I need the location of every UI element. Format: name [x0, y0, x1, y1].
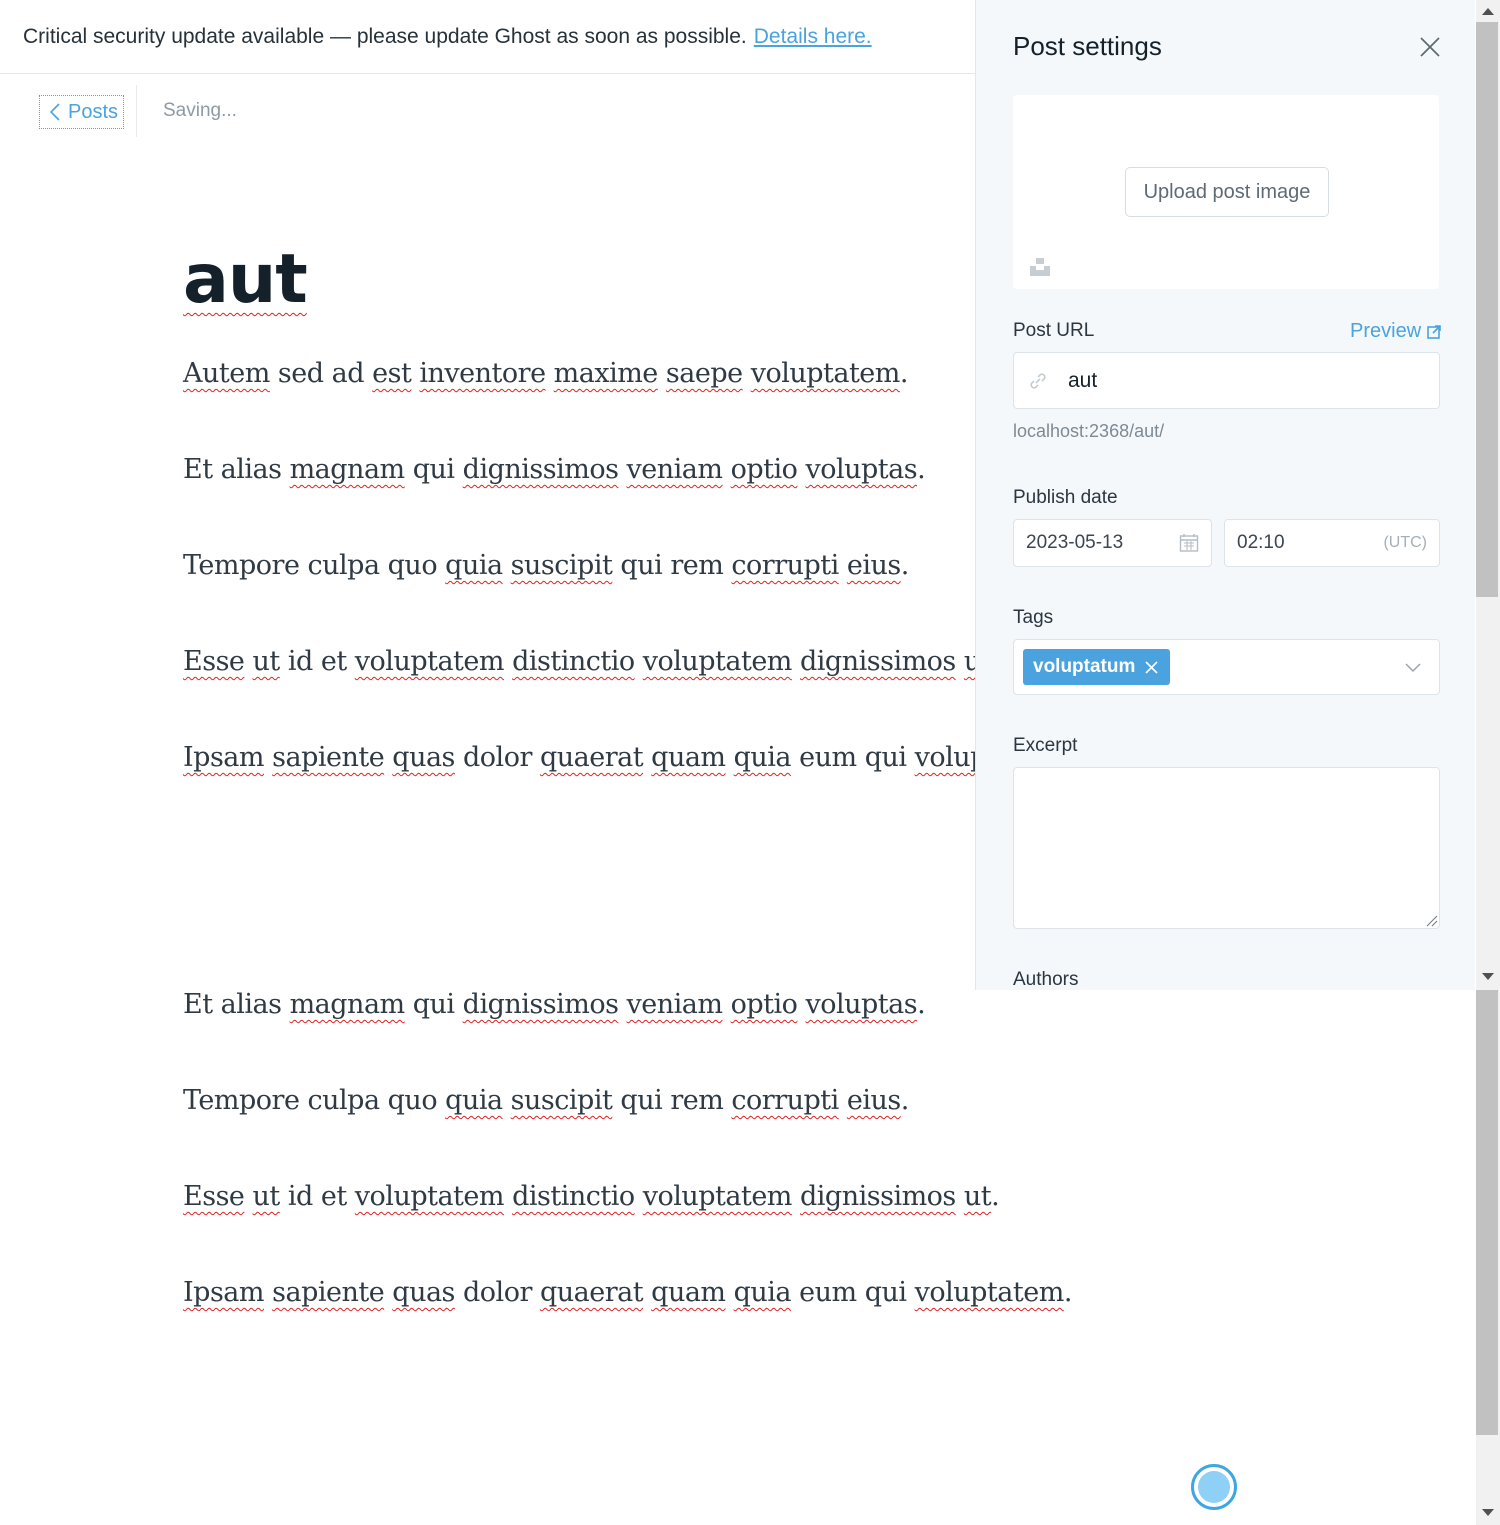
help-button[interactable]: [1191, 1464, 1237, 1510]
panel-title: Post settings: [1013, 31, 1162, 61]
unsplash-icon[interactable]: [1029, 255, 1051, 277]
publish-date-input[interactable]: 2023-05-13: [1013, 519, 1212, 567]
post-paragraph[interactable]: Autem sed ad est inventore maxime saepe …: [183, 358, 908, 389]
back-label: Posts: [68, 100, 119, 123]
post-title[interactable]: aut: [183, 240, 308, 319]
publish-date-label: Publish date: [1013, 487, 1118, 508]
upload-post-image-button[interactable]: Upload post image: [1125, 167, 1329, 217]
help-indicator-icon: [1198, 1471, 1230, 1503]
scroll-up-arrow-icon[interactable]: [1482, 8, 1494, 15]
resize-handle-icon[interactable]: [1426, 915, 1438, 927]
page-scroll-thumb[interactable]: [1476, 990, 1498, 1435]
panel-scroll-thumb[interactable]: [1476, 22, 1498, 597]
topbar-divider: [136, 85, 137, 137]
post-image-dropzone[interactable]: Upload post image: [1013, 95, 1439, 289]
tag-label: voluptatum: [1033, 656, 1136, 677]
chevron-down-icon[interactable]: [1404, 661, 1422, 673]
back-to-posts-button[interactable]: Posts: [39, 95, 125, 129]
excerpt-label: Excerpt: [1013, 735, 1078, 756]
post-paragraph[interactable]: Ipsam sapiente quas dolor quaerat quam q…: [183, 1277, 1072, 1308]
publish-date-value: 2023-05-13: [1026, 532, 1124, 553]
excerpt-textarea[interactable]: [1013, 767, 1440, 929]
publish-time-input[interactable]: 02:10 (UTC): [1224, 519, 1440, 567]
post-paragraph[interactable]: Esse ut id et voluptatem distinctio volu…: [183, 1181, 1000, 1212]
tag-chip[interactable]: voluptatum: [1023, 649, 1171, 685]
post-url-hint: localhost:2368/aut/: [1013, 421, 1165, 441]
post-paragraph[interactable]: Tempore culpa quo quia suscipit qui rem …: [183, 550, 909, 581]
security-banner: Critical security update available — ple…: [0, 0, 975, 74]
post-settings-panel: Post settings Upload post image Post URL…: [975, 0, 1475, 990]
post-url-value: aut: [1068, 368, 1098, 392]
post-url-label: Post URL: [1013, 320, 1095, 341]
preview-link[interactable]: Preview: [1350, 320, 1441, 343]
scroll-down-arrow-icon[interactable]: [1482, 973, 1494, 980]
banner-message: Critical security update available — ple…: [23, 24, 747, 48]
save-status: Saving...: [163, 100, 237, 121]
tags-input[interactable]: voluptatum: [1013, 639, 1440, 695]
timezone-label: (UTC): [1383, 534, 1427, 551]
preview-label: Preview: [1350, 320, 1422, 342]
post-paragraph[interactable]: Esse ut id et voluptatem distinctio volu…: [183, 646, 975, 677]
remove-tag-icon[interactable]: [1145, 660, 1158, 674]
banner-details-link[interactable]: Details here.: [754, 25, 872, 49]
editor-topbar: Posts Saving...: [0, 75, 975, 139]
post-url-input[interactable]: aut: [1013, 352, 1440, 409]
post-paragraph[interactable]: Et alias magnam qui dignissimos veniam o…: [183, 454, 926, 485]
publish-time-value: 02:10: [1237, 532, 1285, 553]
close-icon[interactable]: [1419, 36, 1441, 58]
authors-label: Authors: [1013, 969, 1079, 990]
post-paragraph[interactable]: Ipsam sapiente quas dolor quaerat quam q…: [183, 742, 975, 773]
link-icon: [1030, 372, 1046, 389]
tags-label: Tags: [1013, 607, 1054, 628]
post-paragraph[interactable]: Et alias magnam qui dignissimos veniam o…: [183, 989, 926, 1020]
chevron-left-icon: [49, 103, 60, 121]
post-paragraph[interactable]: Tempore culpa quo quia suscipit qui rem …: [183, 1085, 909, 1116]
external-link-icon: [1427, 324, 1441, 339]
scroll-down-arrow-icon[interactable]: [1482, 1509, 1494, 1516]
calendar-icon[interactable]: [1179, 533, 1199, 553]
editor-viewport: Critical security update available — ple…: [0, 0, 975, 990]
